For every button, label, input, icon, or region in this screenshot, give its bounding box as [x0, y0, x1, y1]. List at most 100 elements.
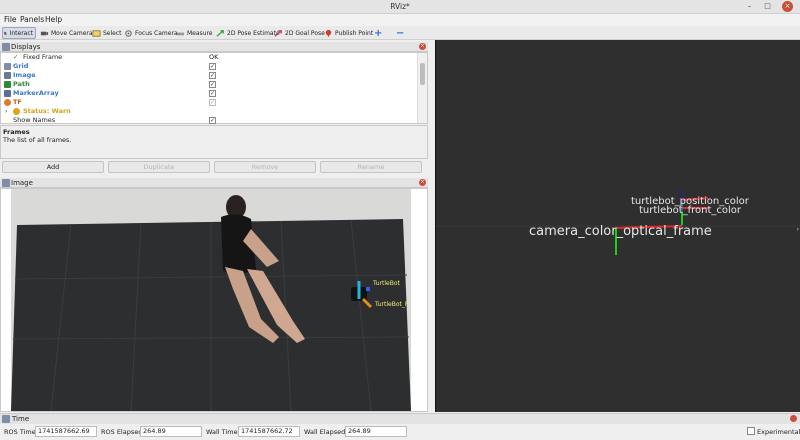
warning-icon — [4, 99, 11, 106]
row-status-warn[interactable]: › Status: Warn — [1, 107, 417, 116]
experimental-checkbox[interactable] — [747, 427, 755, 435]
status-warning-icon — [13, 108, 20, 115]
displays-scrollbar[interactable] — [417, 53, 427, 123]
image-panel-header: Image × — [0, 178, 428, 188]
remove-button[interactable]: Remove — [214, 161, 316, 173]
time-title: Time — [12, 415, 30, 423]
ros-elapsed-label: ROS Elapsed: — [101, 428, 145, 436]
row-path[interactable]: Path ✓ — [1, 80, 417, 89]
menu-bar: File Panels Help — [0, 14, 800, 26]
grid-checkbox[interactable]: ✓ — [209, 63, 216, 70]
ruler-icon — [176, 32, 185, 35]
displays-tree: ✓ Fixed Frame OK Grid ✓ Image ✓ Path ✓ M… — [0, 52, 428, 124]
tool-2d-goal-pose[interactable]: 2D Goal Pose — [274, 27, 327, 39]
ros-time-field[interactable]: 1741587662.69 — [35, 426, 97, 437]
camera-image: TurtleBot TurtleBot_Fr — [11, 189, 411, 411]
maximize-icon[interactable]: □ — [762, 1, 773, 12]
image-panel-close-icon[interactable]: × — [419, 179, 426, 186]
displays-title: Displays — [11, 43, 41, 51]
remove-tool-icon[interactable]: − — [396, 27, 406, 39]
add-button[interactable]: Add — [2, 161, 104, 173]
time-header: Time — [0, 414, 800, 424]
image-panel-title: Image — [11, 179, 33, 187]
row-path-label: Path — [13, 80, 30, 88]
expand-arrow-icon[interactable]: › — [5, 107, 7, 116]
tool-2d-pose-estimate[interactable]: 2D Pose Estimate — [216, 27, 282, 39]
markerarray-checkbox[interactable]: ✓ — [209, 90, 216, 97]
menu-panels[interactable]: Panels — [20, 15, 44, 24]
row-status-warn-label: Status: Warn — [23, 107, 71, 115]
tool-measure[interactable]: Measure — [176, 27, 215, 39]
camera-scene: TurtleBot TurtleBot_Fr — [11, 189, 411, 411]
rename-button[interactable]: Rename — [320, 161, 422, 173]
image-checkbox[interactable]: ✓ — [209, 72, 216, 79]
check-icon: ✓ — [13, 53, 19, 61]
minimize-icon[interactable]: – — [744, 1, 755, 12]
window-title: RViz* — [390, 2, 410, 11]
frame-label-front: turtlebot_front_color — [639, 205, 742, 216]
image-panel-icon — [2, 179, 10, 187]
row-markerarray-label: MarkerArray — [13, 89, 59, 97]
tool-goal-pose-label: 2D Goal Pose — [285, 29, 325, 37]
row-image[interactable]: Image ✓ — [1, 71, 417, 80]
experimental-label: Experimental — [757, 428, 800, 436]
row-show-names[interactable]: Show Names ✓ — [1, 116, 417, 125]
close-icon[interactable]: × — [782, 1, 793, 12]
goal-pose-arrow-icon — [274, 29, 282, 37]
property-description: Frames The list of all frames. — [0, 125, 428, 159]
menu-help[interactable]: Help — [45, 15, 62, 24]
time-panel-icon — [2, 415, 10, 423]
grid-icon — [4, 63, 11, 70]
description-title: Frames — [3, 128, 30, 136]
row-fixed-frame-value: OK — [209, 53, 219, 61]
tool-bar: Interact Move Camera Select Focus Camera… — [0, 26, 800, 40]
wall-time-label: Wall Time: — [206, 428, 240, 436]
tool-interact-label: Interact — [9, 29, 33, 37]
map-pin-icon — [325, 29, 332, 37]
render-3d-view[interactable]: turtlebot_position_color turtlebot_front… — [435, 40, 800, 412]
row-grid[interactable]: Grid ✓ — [1, 62, 417, 71]
row-markerarray[interactable]: MarkerArray ✓ — [1, 89, 417, 98]
row-show-names-label: Show Names — [13, 116, 56, 124]
row-image-label: Image — [13, 71, 36, 79]
tool-select[interactable]: Select — [92, 27, 124, 39]
show-names-checkbox[interactable]: ✓ — [209, 117, 216, 124]
ros-elapsed-field[interactable]: 264.89 — [140, 426, 202, 437]
image-view: TurtleBot TurtleBot_Fr — [0, 188, 428, 412]
path-icon — [4, 81, 11, 88]
ros-time-label: ROS Time: — [4, 428, 38, 436]
tool-move-camera[interactable]: Move Camera — [40, 27, 95, 39]
tool-select-label: Select — [103, 29, 122, 37]
overlay-turtlebot: TurtleBot — [372, 280, 401, 287]
tool-focus-camera-label: Focus Camera — [135, 29, 178, 37]
row-tf[interactable]: TF ✓ — [1, 98, 417, 107]
scroll-thumb[interactable] — [420, 63, 425, 85]
duplicate-button[interactable]: Duplicate — [108, 161, 210, 173]
wall-time-field[interactable]: 1741587662.72 — [238, 426, 300, 437]
displays-close-icon[interactable]: × — [419, 43, 426, 50]
right-edge-arrow-icon: › — [796, 226, 799, 233]
overlay-turtlebot-front: TurtleBot_Fr — [374, 301, 411, 308]
menu-file[interactable]: File — [4, 15, 17, 24]
wall-elapsed-label: Wall Elapsed: — [304, 428, 348, 436]
tool-measure-label: Measure — [187, 29, 213, 37]
frame-label-optical: camera_color_optical_frame — [529, 224, 712, 239]
row-fixed-frame[interactable]: ✓ Fixed Frame OK — [1, 53, 417, 62]
path-checkbox[interactable]: ✓ — [209, 81, 216, 88]
tool-publish-point-label: Publish Point — [335, 29, 374, 37]
tool-move-camera-label: Move Camera — [51, 29, 93, 37]
row-tf-label: TF — [13, 98, 22, 106]
description-text: The list of all frames. — [3, 136, 72, 144]
wall-elapsed-field[interactable]: 264.89 — [345, 426, 407, 437]
time-close-icon[interactable] — [790, 415, 797, 422]
tf-checkbox[interactable]: ✓ — [209, 99, 216, 106]
select-icon — [92, 29, 101, 37]
tool-pose-estimate-label: 2D Pose Estimate — [227, 29, 280, 37]
tool-interact[interactable]: Interact — [2, 27, 36, 39]
image-icon — [4, 72, 11, 79]
add-tool-icon[interactable]: + — [374, 27, 384, 39]
tool-publish-point[interactable]: Publish Point — [324, 27, 375, 39]
interact-icon — [4, 31, 7, 35]
tool-focus-camera[interactable]: Focus Camera — [124, 27, 180, 39]
title-bar: RViz* – □ × — [0, 0, 800, 14]
